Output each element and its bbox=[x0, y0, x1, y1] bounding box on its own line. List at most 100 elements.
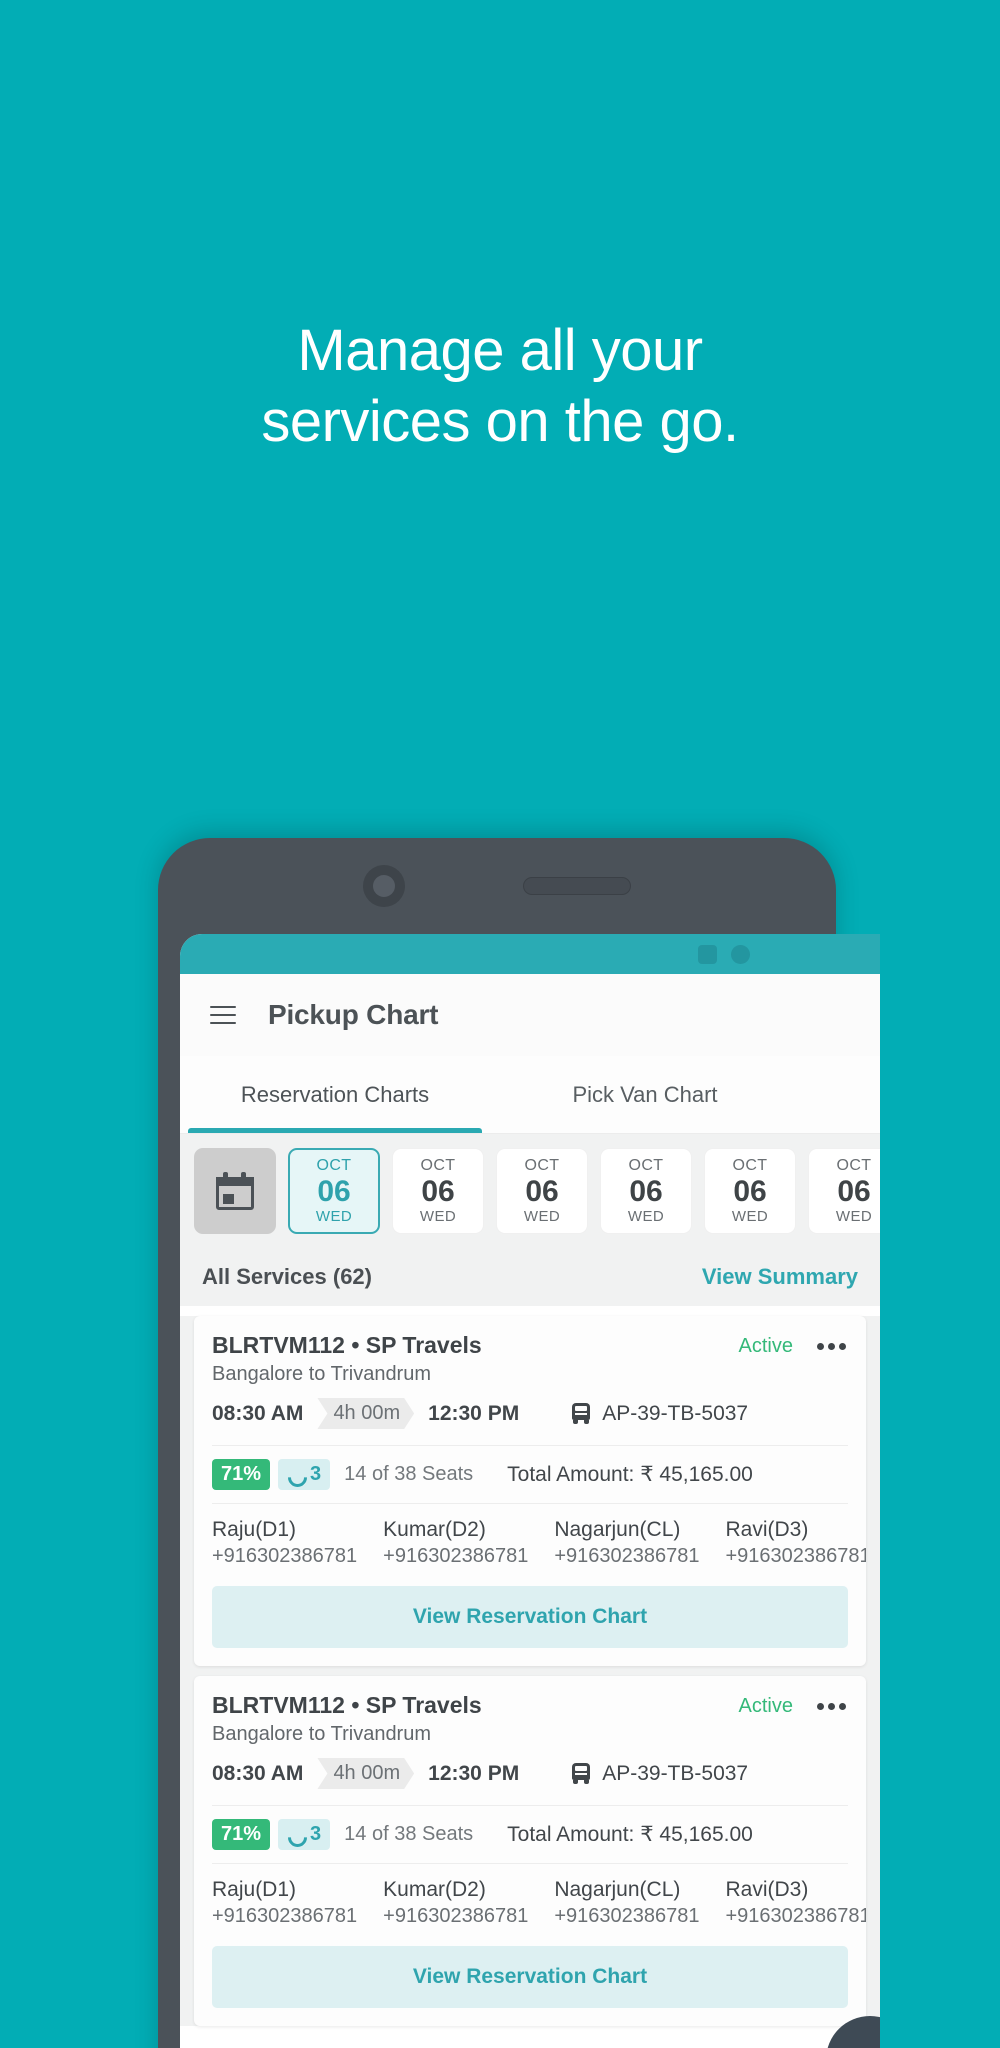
date-chip-weekday: WED bbox=[419, 1208, 457, 1226]
date-chip-month: OCT bbox=[316, 1156, 352, 1174]
contacts-row: Raju(D1) +916302386781 Kumar(D2) +916302… bbox=[194, 1864, 866, 1932]
date-chip-day: 06 bbox=[525, 1174, 559, 1208]
square-icon bbox=[698, 944, 717, 964]
more-options-icon[interactable] bbox=[815, 1339, 848, 1354]
status-badge: Active bbox=[738, 1335, 793, 1357]
bus-icon bbox=[571, 1762, 591, 1785]
view-reservation-chart-button[interactable]: View Reservation Chart bbox=[212, 1586, 848, 1648]
date-strip[interactable]: OCT 06 WED OCT 06 WED OCT 06 WED OCT 06 … bbox=[180, 1134, 880, 1248]
promo-line-1: Manage all your bbox=[297, 318, 703, 383]
contact-name: Ravi(D3) bbox=[725, 1878, 809, 1901]
date-chip-day: 06 bbox=[421, 1174, 455, 1208]
date-chip[interactable]: OCT 06 WED bbox=[704, 1148, 796, 1234]
contact-name: Nagarjun(CL) bbox=[554, 1518, 681, 1541]
phone-icon bbox=[287, 1827, 303, 1843]
date-chip-day: 06 bbox=[317, 1174, 351, 1208]
card-header: BLRTVM112 • SP Travels Active bbox=[194, 1676, 866, 1719]
date-chip-month: OCT bbox=[732, 1156, 768, 1174]
date-chip-month: OCT bbox=[524, 1156, 560, 1174]
call-count-badge[interactable]: 3 bbox=[278, 1819, 331, 1850]
phone-mockup: Pickup Chart Reservation Charts Pick Van… bbox=[158, 838, 880, 2048]
contact-item[interactable]: Nagarjun(CL) +916302386781 bbox=[554, 1518, 699, 1568]
services-header: All Services (62) View Summary bbox=[180, 1248, 880, 1306]
date-chip[interactable]: OCT 06 WED bbox=[600, 1148, 692, 1234]
date-chip-weekday: WED bbox=[315, 1208, 353, 1226]
departure-time: 08:30 AM bbox=[212, 1761, 304, 1785]
tab-label: Pick Van Chart bbox=[572, 1081, 718, 1107]
contact-item[interactable]: Raju(D1) +916302386781 bbox=[212, 1518, 357, 1568]
tab-label: Reservation Charts bbox=[240, 1081, 430, 1107]
contact-name: Raju(D1) bbox=[212, 1878, 297, 1901]
date-chip[interactable]: OCT 06 WED bbox=[808, 1148, 880, 1234]
tab-reservation-charts[interactable]: Reservation Charts bbox=[180, 1056, 490, 1133]
status-badge: Active bbox=[738, 1695, 793, 1717]
all-services-label: All Services (62) bbox=[202, 1264, 372, 1289]
service-route: Bangalore to Trivandrum bbox=[212, 1363, 432, 1385]
schedule-row: 08:30 AM 4h 00m 12:30 PM AP-39-TB-5037 bbox=[194, 1386, 866, 1445]
call-count: 3 bbox=[310, 1463, 322, 1485]
view-reservation-chart-button[interactable]: View Reservation Chart bbox=[212, 1946, 848, 2008]
date-chip[interactable]: OCT 06 WED bbox=[496, 1148, 588, 1234]
card-action: View Reservation Chart bbox=[194, 1932, 866, 2026]
contact-phone: +916302386781 bbox=[554, 1545, 700, 1567]
promo-headline: Manage all your services on the go. bbox=[0, 316, 1000, 458]
service-list: BLRTVM112 • SP Travels Active Bangalore … bbox=[180, 1316, 880, 2026]
promo-line-2: services on the go. bbox=[261, 388, 739, 454]
contact-name: Kumar(D2) bbox=[383, 1518, 486, 1541]
date-chip-day: 06 bbox=[733, 1174, 767, 1208]
arrival-time: 12:30 PM bbox=[428, 1401, 520, 1425]
more-options-icon[interactable] bbox=[815, 1699, 848, 1714]
vehicle-plate: AP-39-TB-5037 bbox=[602, 1401, 749, 1425]
call-count: 3 bbox=[310, 1823, 322, 1845]
earpiece-speaker-icon bbox=[523, 877, 631, 895]
date-chip-weekday: WED bbox=[835, 1208, 873, 1226]
duration-chip: 4h 00m bbox=[317, 1398, 414, 1429]
page-title: Pickup Chart bbox=[268, 999, 439, 1030]
service-card[interactable]: BLRTVM112 • SP Travels Active Bangalore … bbox=[194, 1676, 866, 2026]
occupancy-badge: 71% bbox=[212, 1459, 271, 1490]
contact-phone: +916302386781 bbox=[725, 1905, 866, 1927]
total-amount: Total Amount: ₹ 45,165.00 bbox=[507, 1463, 753, 1486]
call-count-badge[interactable]: 3 bbox=[278, 1459, 331, 1490]
contact-item[interactable]: Ravi(D3) +916302386781 bbox=[725, 1878, 866, 1928]
date-chip-weekday: WED bbox=[627, 1208, 665, 1226]
stats-row: 71% 3 14 of 38 Seats Total Amount: ₹ 45,… bbox=[194, 1446, 866, 1503]
service-title: BLRTVM112 • SP Travels bbox=[212, 1692, 482, 1718]
service-card[interactable]: BLRTVM112 • SP Travels Active Bangalore … bbox=[194, 1316, 866, 1666]
departure-time: 08:30 AM bbox=[212, 1401, 304, 1425]
contacts-row: Raju(D1) +916302386781 Kumar(D2) +916302… bbox=[194, 1504, 866, 1572]
date-chip-day: 06 bbox=[629, 1174, 663, 1208]
contact-name: Raju(D1) bbox=[212, 1518, 297, 1541]
contact-phone: +916302386781 bbox=[383, 1905, 529, 1927]
card-header: BLRTVM112 • SP Travels Active bbox=[194, 1316, 866, 1359]
service-title: BLRTVM112 • SP Travels bbox=[212, 1332, 482, 1358]
service-route: Bangalore to Trivandrum bbox=[212, 1723, 432, 1745]
total-amount: Total Amount: ₹ 45,165.00 bbox=[507, 1823, 753, 1846]
schedule-row: 08:30 AM 4h 00m 12:30 PM AP-39-TB-5037 bbox=[194, 1746, 866, 1805]
vehicle-plate: AP-39-TB-5037 bbox=[602, 1761, 749, 1785]
front-camera-icon bbox=[363, 865, 405, 907]
contact-item[interactable]: Nagarjun(CL) +916302386781 bbox=[554, 1878, 699, 1928]
hamburger-icon[interactable] bbox=[210, 1005, 236, 1025]
contact-item[interactable]: Ravi(D3) +916302386781 bbox=[725, 1518, 866, 1568]
contact-item[interactable]: Raju(D1) +916302386781 bbox=[212, 1878, 357, 1928]
contact-item[interactable]: Kumar(D2) +916302386781 bbox=[383, 1878, 528, 1928]
seats-count: 14 of 38 Seats bbox=[344, 1823, 474, 1845]
view-summary-link[interactable]: View Summary bbox=[702, 1264, 858, 1290]
occupancy-badge: 71% bbox=[212, 1819, 271, 1850]
date-chip-month: OCT bbox=[836, 1156, 872, 1174]
contact-name: Ravi(D3) bbox=[725, 1518, 809, 1541]
calendar-picker-button[interactable] bbox=[194, 1148, 276, 1234]
contact-phone: +916302386781 bbox=[383, 1545, 529, 1567]
contact-name: Kumar(D2) bbox=[383, 1878, 486, 1901]
date-chip[interactable]: OCT 06 WED bbox=[288, 1148, 380, 1234]
contact-phone: +916302386781 bbox=[725, 1545, 866, 1567]
contact-name: Nagarjun(CL) bbox=[554, 1878, 681, 1901]
date-chip-day: 06 bbox=[837, 1174, 871, 1208]
contact-item[interactable]: Kumar(D2) +916302386781 bbox=[383, 1518, 528, 1568]
tab-pick-van-chart[interactable]: Pick Van Chart bbox=[490, 1056, 800, 1133]
date-chip-weekday: WED bbox=[523, 1208, 561, 1226]
contact-phone: +916302386781 bbox=[554, 1905, 700, 1927]
date-chip-month: OCT bbox=[420, 1156, 456, 1174]
date-chip[interactable]: OCT 06 WED bbox=[392, 1148, 484, 1234]
